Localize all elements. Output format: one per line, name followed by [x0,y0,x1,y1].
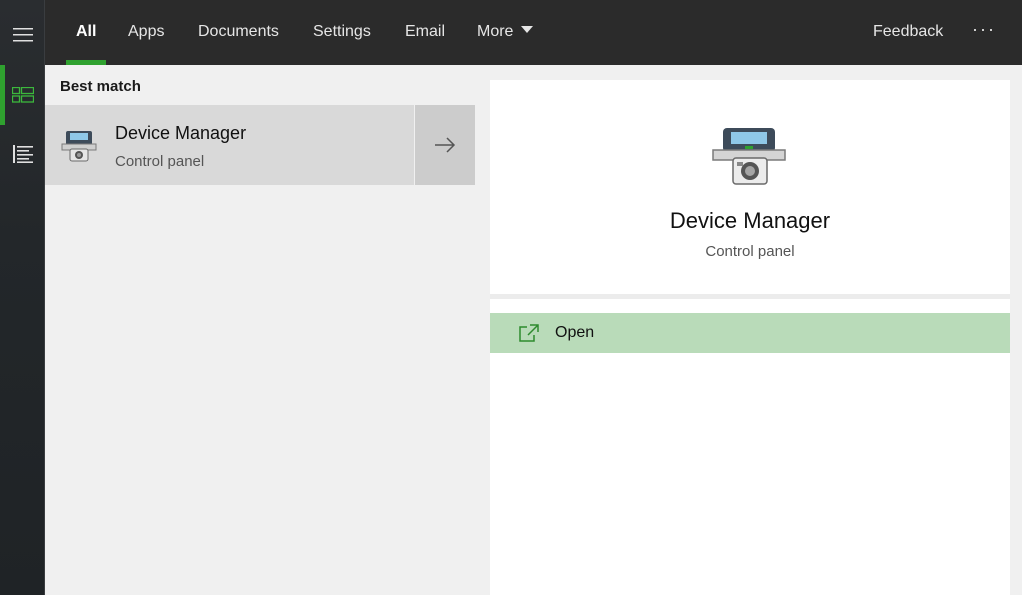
open-preview-arrow-button[interactable] [415,105,475,185]
tab-more[interactable]: More [477,0,534,65]
open-action-button[interactable]: Open [490,313,1010,353]
tab-documents[interactable]: Documents [198,0,279,65]
filter-bar: All Apps Documents Settings Email More F… [45,0,1022,65]
actions-list: Open [490,299,1010,595]
preview-card: Device Manager Control panel [490,80,1010,294]
tab-settings[interactable]: Settings [313,0,371,65]
best-match-result[interactable]: Device Manager Control panel [45,105,414,185]
rail-list-button[interactable] [0,129,45,179]
preview-subtitle: Control panel [705,243,795,260]
all-results-icon [11,87,34,103]
tab-more-label: More [477,23,514,40]
section-label-best-match: Best match [60,78,141,95]
open-external-icon [519,324,539,342]
feedback-button[interactable]: Feedback [873,0,943,65]
result-subtitle: Control panel [115,153,205,170]
tab-email[interactable]: Email [405,0,445,65]
arrow-right-icon [435,137,456,153]
result-title: Device Manager [115,123,247,143]
hamburger-menu-button[interactable] [0,10,45,60]
device-manager-large-icon [712,128,786,185]
tab-all[interactable]: All [65,0,108,65]
device-manager-icon [61,131,97,162]
more-options-button[interactable]: ··· [972,0,996,65]
rail-all-results-button[interactable] [0,65,45,125]
list-icon [12,145,33,163]
tab-apps[interactable]: Apps [128,0,164,65]
caret-down-icon [521,26,534,34]
hamburger-icon [12,28,33,42]
open-action-label: Open [555,324,595,341]
preview-title: Device Manager [669,208,831,233]
preview-pane: Device Manager Control panel Open [475,65,1022,595]
left-rail [0,0,45,595]
results-pane: Best match Device Manager Control panel [45,65,475,595]
